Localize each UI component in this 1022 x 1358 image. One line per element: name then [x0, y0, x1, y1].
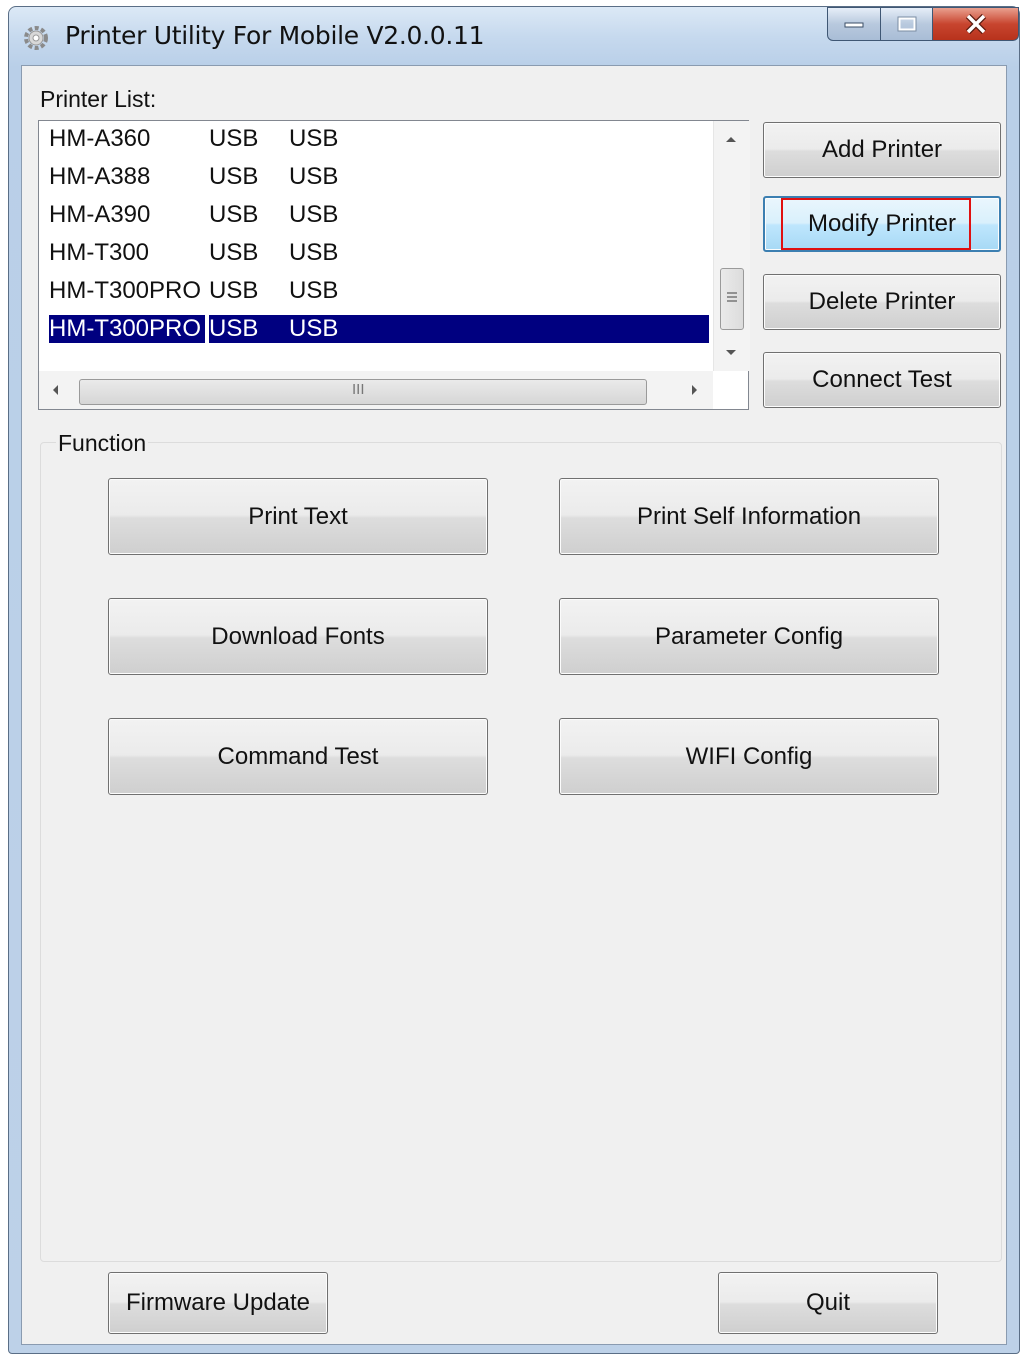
printer-name-cell: HM-A388 — [49, 163, 151, 190]
printer-type-cell: USB — [289, 239, 339, 266]
wifi-config-button[interactable]: WIFI Config — [559, 718, 939, 795]
scroll-left-icon[interactable] — [51, 383, 59, 397]
function-label: Function — [56, 430, 149, 457]
function-group — [40, 442, 1002, 1262]
window-title: Printer Utility For Mobile V2.0.0.11 — [65, 21, 485, 50]
minimize-icon — [844, 22, 864, 28]
minimize-button[interactable] — [827, 7, 881, 41]
download-fonts-button[interactable]: Download Fonts — [108, 598, 488, 675]
printer-type-cell: USB — [289, 315, 339, 342]
printer-list[interactable]: HM-A360 USB USB HM-A388 USB USB HM-A390 USB USB H… — [38, 120, 750, 410]
printer-type-cell: USB — [289, 277, 339, 304]
list-item[interactable]: HM-A388 USB USB — [39, 159, 713, 197]
scroll-up-icon[interactable] — [724, 135, 738, 143]
list-item[interactable]: HM-A360 USB USB — [39, 121, 713, 159]
printer-type-cell: USB — [289, 163, 339, 190]
highlight-box — [781, 198, 971, 250]
maximize-button[interactable] — [881, 7, 933, 41]
gear-icon — [24, 26, 48, 50]
printer-port-cell: USB — [209, 163, 259, 190]
printer-list-label: Printer List: — [40, 86, 157, 112]
printer-type-cell: USB — [289, 201, 339, 228]
printer-name-cell: HM-T300 — [49, 239, 150, 266]
modify-printer-button[interactable]: Modify Printer — [763, 196, 1001, 252]
connect-test-button[interactable]: Connect Test — [763, 352, 1001, 408]
delete-printer-button[interactable]: Delete Printer — [763, 274, 1001, 330]
horizontal-scrollbar[interactable]: III — [39, 371, 713, 409]
horizontal-scroll-thumb[interactable]: III — [79, 379, 647, 405]
command-test-button[interactable]: Command Test — [108, 718, 488, 795]
parameter-config-button[interactable]: Parameter Config — [559, 598, 939, 675]
printer-name-cell: HM-T300PRO — [49, 277, 202, 304]
printer-port-cell: USB — [209, 125, 259, 152]
scroll-down-icon[interactable] — [724, 349, 738, 357]
app-window: Printer Utility For Mobile V2.0.0.11 Pri… — [8, 6, 1020, 1354]
printer-port-cell: USB — [209, 239, 259, 266]
title-bar[interactable]: Printer Utility For Mobile V2.0.0.11 — [9, 7, 1019, 65]
close-icon — [965, 14, 986, 34]
printer-name-cell: HM-A360 — [49, 125, 151, 152]
quit-button[interactable]: Quit — [718, 1272, 938, 1334]
print-text-button[interactable]: Print Text — [108, 478, 488, 555]
add-printer-button[interactable]: Add Printer — [763, 122, 1001, 178]
printer-name-cell: HM-A390 — [49, 201, 151, 228]
vertical-scrollbar[interactable] — [713, 121, 750, 371]
list-item[interactable]: HM-T300PRO USB USB — [39, 311, 713, 349]
printer-port-cell: USB — [209, 277, 259, 304]
scroll-right-icon[interactable] — [691, 383, 699, 397]
printer-type-cell: USB — [289, 125, 339, 152]
firmware-update-button[interactable]: Firmware Update — [108, 1272, 328, 1334]
printer-port-cell: USB — [209, 315, 709, 343]
client-area: Printer List: HM-A360 USB USB HM-A388 USB USB… — [21, 65, 1007, 1345]
list-item[interactable]: HM-T300 USB USB — [39, 235, 713, 273]
printer-name-cell: HM-T300PRO — [49, 315, 205, 343]
list-item[interactable]: HM-T300PRO USB USB — [39, 273, 713, 311]
print-self-information-button[interactable]: Print Self Information — [559, 478, 939, 555]
scroll-grip: III — [352, 381, 365, 398]
printer-port-cell: USB — [209, 201, 259, 228]
vertical-scroll-thumb[interactable] — [720, 268, 744, 330]
list-item[interactable]: HM-A390 USB USB — [39, 197, 713, 235]
maximize-icon — [897, 16, 916, 32]
close-button[interactable] — [933, 7, 1019, 41]
